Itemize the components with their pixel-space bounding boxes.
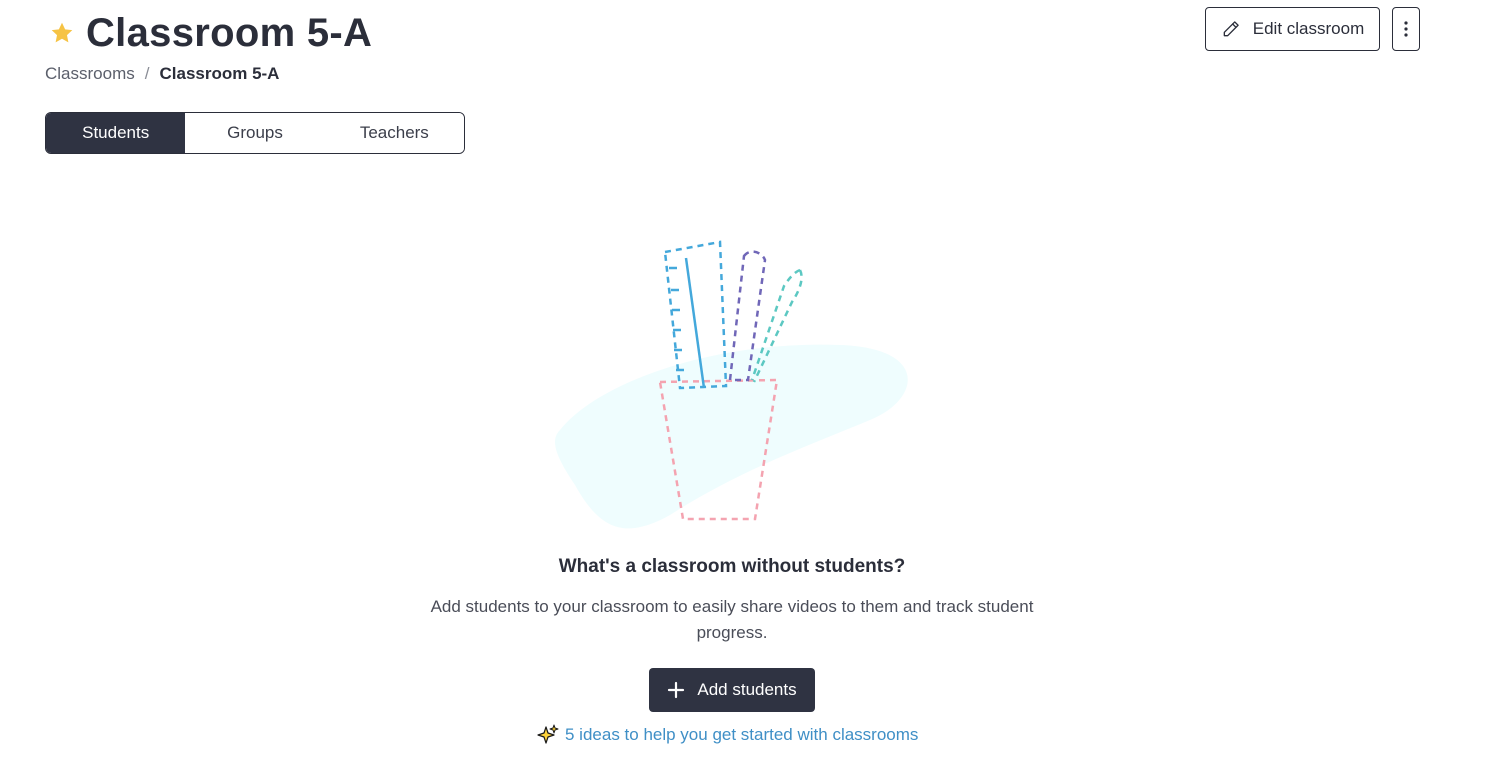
classroom-page: Classroom 5-A Classrooms / Classroom 5-A… <box>0 0 1504 768</box>
add-students-label: Add students <box>697 680 797 699</box>
tab-groups[interactable]: Groups <box>185 113 325 153</box>
tab-students[interactable]: Students <box>46 113 186 153</box>
vertical-dots-icon <box>1403 20 1409 38</box>
edit-classroom-button[interactable]: Edit classroom <box>1205 7 1380 51</box>
star-icon[interactable] <box>48 19 76 47</box>
empty-state-heading: What's a classroom without students? <box>558 556 906 577</box>
pencil-cup-illustration <box>540 230 930 540</box>
empty-state-description: Add students to your classroom to easily… <box>430 597 1034 642</box>
breadcrumb-classrooms-link[interactable]: Classrooms <box>45 64 135 84</box>
pencil-icon <box>1221 19 1241 39</box>
ideas-link[interactable]: 5 ideas to help you get started with cla… <box>537 724 918 746</box>
add-students-button[interactable]: Add students <box>649 668 815 712</box>
breadcrumb-current: Classroom 5-A <box>159 64 280 83</box>
tab-teachers[interactable]: Teachers <box>324 113 464 153</box>
plus-icon <box>667 681 685 699</box>
sparkles-icon <box>537 724 559 746</box>
breadcrumb: Classrooms / Classroom 5-A <box>45 64 279 84</box>
page-title: Classroom 5-A <box>86 11 373 55</box>
ideas-link-label: 5 ideas to help you get started with cla… <box>565 725 919 744</box>
more-options-button[interactable] <box>1392 7 1420 51</box>
title-row: Classroom 5-A <box>48 10 372 56</box>
breadcrumb-separator: / <box>144 64 150 83</box>
tab-bar: Students Groups Teachers <box>45 112 465 154</box>
edit-classroom-label: Edit classroom <box>1252 19 1365 38</box>
